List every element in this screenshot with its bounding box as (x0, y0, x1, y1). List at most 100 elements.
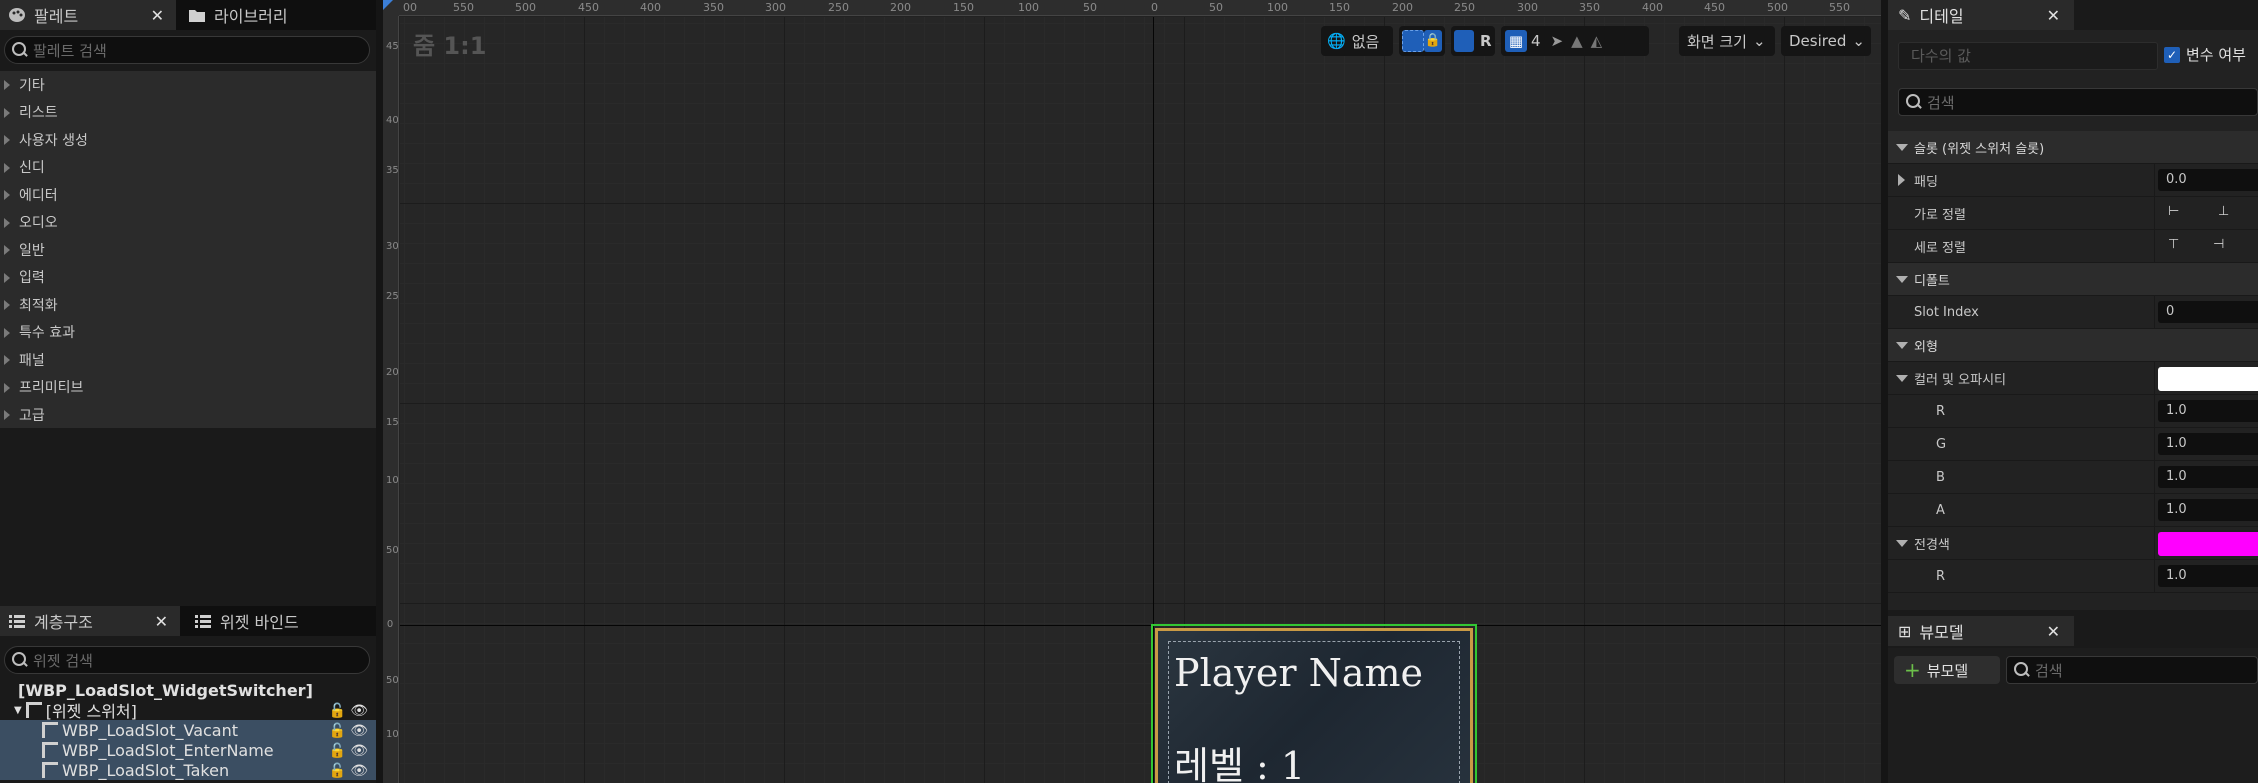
slot-index-input[interactable]: 0 (2158, 301, 2258, 323)
respect-locks-toggle[interactable]: 🔒 (1399, 26, 1445, 56)
level-text[interactable]: 레벨 : 1 (1174, 735, 1305, 783)
ruler-tick-label: 350 (386, 165, 399, 176)
color-r-input[interactable]: 1.0 (2158, 400, 2258, 422)
palette-category[interactable]: 사용자 생성 (0, 126, 376, 154)
expand-arrow-icon[interactable] (1898, 174, 1905, 186)
lock-icon[interactable]: 🔓 (329, 763, 346, 779)
slot-section[interactable]: 슬롯 (위젯 스위처 슬롯) (1888, 131, 2258, 164)
ruler-tick-label: 200 (1392, 1, 1413, 14)
category-label: 신디 (19, 160, 45, 177)
palette-category[interactable]: 고급 (0, 401, 376, 429)
collapse-arrow-icon[interactable] (1896, 540, 1908, 547)
close-icon[interactable]: ✕ (2047, 622, 2060, 641)
ruler-tick-label: 250 (1454, 1, 1475, 14)
grid-icon[interactable]: ▦ (1505, 30, 1527, 52)
color-b-row: B 1.0 (1888, 461, 2258, 494)
tree-item[interactable]: WBP_LoadSlot_Taken 🔓 👁 (0, 760, 376, 780)
eye-icon[interactable]: 👁 (350, 703, 368, 719)
layout-toggle[interactable]: R (1451, 26, 1495, 56)
close-icon[interactable]: ✕ (151, 6, 164, 25)
close-icon[interactable]: ✕ (155, 612, 168, 631)
category-label: 에디터 (19, 187, 58, 204)
category-label: 리스트 (19, 105, 58, 122)
fg-r-input[interactable]: 1.0 (2158, 565, 2258, 587)
tab-details[interactable]: ✎ 디테일 ✕ (1888, 0, 2074, 30)
color-opacity-swatch[interactable] (2158, 367, 2258, 391)
color-g-input[interactable]: 1.0 (2158, 433, 2258, 455)
grid-snap-controls[interactable]: ▦ 4 ➤ ▲ ◭ (1501, 26, 1649, 56)
ruler-corner (383, 0, 399, 16)
tree-item[interactable]: WBP_LoadSlot_EnterName 🔓 👁 (0, 740, 376, 760)
padding-input[interactable]: 0.0 (2158, 169, 2258, 191)
palette-category[interactable]: 신디 (0, 154, 376, 182)
palette-category[interactable]: 기타 (0, 71, 376, 99)
column-divider (2154, 296, 2155, 329)
lock-icon[interactable]: 🔓 (329, 703, 346, 719)
appearance-section[interactable]: 외형 (1888, 329, 2258, 362)
lock-icon[interactable]: 🔓 (329, 743, 346, 759)
tree-item[interactable]: WBP_LoadSlot_Vacant 🔓 👁 (0, 720, 376, 740)
hierarchy-search-input[interactable]: 위젯 검색 (4, 646, 370, 674)
size-mode-dropdown[interactable]: Desired ⌄ (1781, 26, 1871, 56)
tree-widget-switcher[interactable]: ▼ [위젯 스위처] 🔓 👁 (0, 700, 376, 721)
search-icon (1906, 94, 1922, 110)
palette-category[interactable]: 입력 (0, 264, 376, 292)
collapse-arrow-icon[interactable] (1896, 375, 1908, 382)
widget-name-input[interactable]: 다수의 값 (1898, 42, 2158, 70)
column-divider (2154, 164, 2155, 197)
lock-icon[interactable]: 🔓 (329, 723, 346, 739)
localization-preview-button[interactable]: 🌐 없음 (1321, 26, 1393, 56)
foreground-swatch[interactable] (2158, 532, 2258, 556)
align-top-icon[interactable]: ⊤ (2168, 237, 2179, 252)
color-a-input[interactable]: 1.0 (2158, 499, 2258, 521)
player-name-text[interactable]: Player Name (1174, 651, 1423, 695)
cursor-icon[interactable]: ➤ (1551, 32, 1564, 50)
palette-category[interactable]: 일반 (0, 236, 376, 264)
align-middle-icon[interactable]: ⊣ (2213, 237, 2224, 252)
align-left-icon[interactable]: ⊢ (2168, 204, 2179, 219)
viewmodel-search-input[interactable]: 검색 (2006, 656, 2258, 684)
section-label: 외형 (1914, 339, 1938, 355)
palette-category[interactable]: 리스트 (0, 99, 376, 127)
prop-label: 컬러 및 오파시티 (1914, 372, 2006, 388)
color-b-input[interactable]: 1.0 (2158, 466, 2258, 488)
close-icon[interactable]: ✕ (2047, 6, 2060, 25)
details-search-input[interactable]: 검색 (1898, 88, 2258, 116)
expand-arrow-icon (4, 190, 10, 200)
tab-viewmodel[interactable]: ⊞ 뷰모델 ✕ (1888, 616, 2074, 646)
tree-root[interactable]: [WBP_LoadSlot_WidgetSwitcher] (0, 680, 376, 700)
ruler-tick-label: 300 (765, 1, 786, 14)
expand-arrow-icon (4, 107, 10, 118)
tab-library[interactable]: 라이브러리 (180, 0, 370, 30)
tab-palette[interactable]: 팔레트 ✕ (0, 0, 176, 30)
tab-widget-bindings[interactable]: 위젯 바인드 (186, 606, 376, 636)
align-center-icon[interactable]: ⊥ (2218, 204, 2229, 219)
ruler-tick-label: 150 (953, 1, 974, 14)
image-icon[interactable]: ▲ (1571, 32, 1583, 50)
triangle-icon[interactable]: ◭ (1591, 32, 1603, 50)
hierarchy-tree: [WBP_LoadSlot_WidgetSwitcher] ▼ [위젯 스위처]… (0, 675, 376, 783)
is-variable-checkbox[interactable]: ✓ 변수 여부 (2164, 44, 2246, 65)
palette-category[interactable]: 에디터 (0, 181, 376, 209)
tab-hierarchy[interactable]: 계층구조 ✕ (0, 606, 180, 636)
foreground-row: 전경색 (1888, 527, 2258, 560)
ruler-tick-label: 300 (386, 241, 399, 252)
eye-icon[interactable]: 👁 (350, 723, 368, 739)
widget-preview[interactable]: Player Name 레벨 : 1 (1151, 624, 1477, 783)
eye-icon[interactable]: 👁 (350, 763, 368, 779)
palette-category[interactable]: 프리미티브 (0, 374, 376, 402)
palette-search-input[interactable]: 팔레트 검색 (4, 36, 370, 64)
designer-canvas[interactable]: 00 550 500 450 400 350 300 250 200 150 1… (383, 0, 1881, 783)
add-viewmodel-button[interactable]: + 뷰모델 (1894, 656, 2000, 684)
palette-category[interactable]: 패널 (0, 346, 376, 374)
screen-size-dropdown[interactable]: 화면 크기 ⌄ (1679, 26, 1775, 56)
default-section[interactable]: 디폴트 (1888, 263, 2258, 296)
palette-category[interactable]: 특수 효과 (0, 319, 376, 347)
palette-category[interactable]: 오디오 (0, 209, 376, 237)
tree-switcher-label: [위젯 스위처] (45, 702, 137, 721)
category-label: 사용자 생성 (19, 132, 88, 149)
eye-icon[interactable]: 👁 (350, 743, 368, 759)
prop-label: G (1936, 436, 1947, 452)
tab-hierarchy-label: 계층구조 (34, 613, 93, 632)
palette-category[interactable]: 최적화 (0, 291, 376, 319)
